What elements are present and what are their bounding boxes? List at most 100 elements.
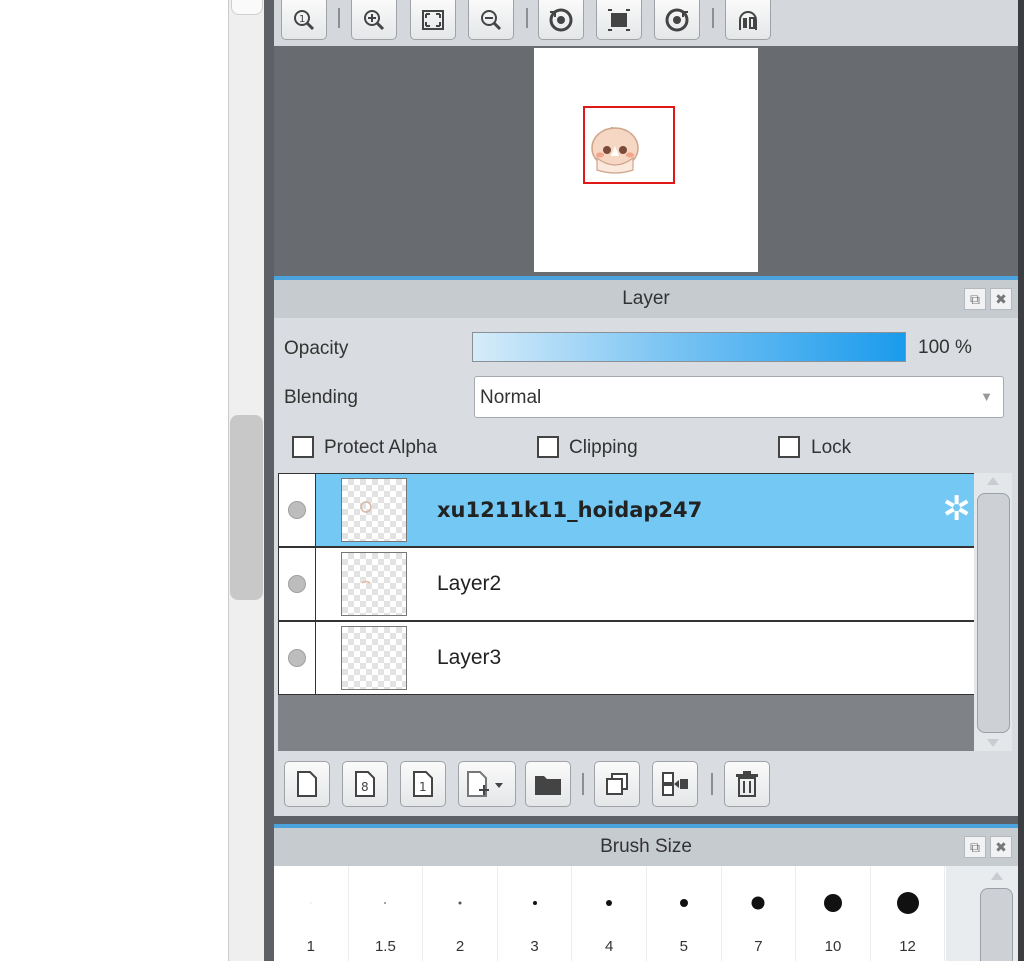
brush-dot	[896, 892, 919, 914]
protect-alpha-label: Protect Alpha	[324, 437, 438, 458]
brush-size-scroll-thumb[interactable]	[980, 888, 1013, 961]
brush-size-option[interactable]: 1	[274, 866, 349, 961]
reset-rotation-button[interactable]	[596, 0, 642, 40]
brush-size-label: 4	[605, 938, 614, 955]
brush-size-label: 2	[455, 938, 465, 955]
svg-text:8: 8	[361, 780, 369, 794]
brush-size-option[interactable]: 5	[647, 866, 722, 961]
fit-screen-icon	[422, 9, 444, 30]
zoom-actual-button[interactable]: 1	[281, 0, 327, 40]
blending-mode-select[interactable]: Normal ▼	[474, 376, 1004, 418]
rotate-right-button[interactable]	[654, 0, 700, 40]
layer-panel: Layer ⧉ ✖ Opacity 100 % Blending Normal …	[274, 276, 1018, 820]
layer-name: Layer2	[437, 572, 502, 595]
layer-stroke-thumbnail-icon	[361, 580, 371, 584]
brush-dot	[823, 894, 842, 912]
undock-panel-icon[interactable]: ⧉	[964, 288, 986, 310]
close-panel-icon[interactable]: ✖	[990, 836, 1012, 858]
brush-size-label: 3	[530, 938, 539, 955]
layer-panel-title-bar[interactable]: Layer ⧉ ✖	[274, 280, 1018, 318]
layer-thumbnail	[341, 552, 407, 616]
brush-size-option[interactable]: 1.5	[349, 866, 424, 961]
close-panel-icon[interactable]: ✖	[990, 288, 1012, 310]
brush-size-scrollbar[interactable]	[946, 866, 1018, 961]
layer-list-scrollbar[interactable]	[974, 473, 1012, 751]
new-layer-icon	[297, 771, 317, 797]
panel-separator	[274, 816, 1018, 824]
brush-size-label: 12	[899, 938, 916, 955]
layer-list: xu1211k11_hoidap247 ✲ Layer2 Layer3	[278, 473, 976, 751]
gear-icon[interactable]: ✲	[943, 492, 972, 526]
visibility-toggle[interactable]	[279, 548, 316, 620]
duplicate-layer-icon	[606, 773, 628, 795]
toolbar-separator	[712, 8, 714, 28]
layer-thumbnail	[341, 478, 407, 542]
zoom-in-icon	[364, 9, 385, 30]
new-8bit-layer-button[interactable]: 8	[342, 761, 388, 807]
undock-panel-icon[interactable]: ⧉	[964, 836, 986, 858]
flip-horizontal-button[interactable]	[725, 0, 771, 40]
brush-dot	[679, 899, 688, 907]
protect-alpha-checkbox[interactable]	[292, 436, 314, 458]
blending-label: Blending	[284, 387, 358, 408]
clipping-label: Clipping	[569, 437, 638, 458]
blending-mode-value: Normal	[480, 387, 542, 408]
rotate-left-button[interactable]	[538, 0, 584, 40]
visibility-toggle[interactable]	[279, 622, 316, 694]
delete-layer-button[interactable]	[724, 761, 770, 807]
brush-dot	[751, 896, 765, 910]
brush-size-option[interactable]: 10	[796, 866, 871, 961]
new-1bit-layer-button[interactable]: 1	[400, 761, 446, 807]
brush-dot	[458, 901, 462, 905]
brush-size-option[interactable]: 12	[871, 866, 946, 961]
reset-rotation-icon	[608, 8, 630, 31]
layer-row[interactable]: Layer3	[278, 621, 976, 695]
lock-checkbox[interactable]	[778, 436, 800, 458]
brush-size-label: 7	[754, 938, 763, 955]
brush-size-option[interactable]: 4	[572, 866, 647, 961]
brush-size-title: Brush Size	[600, 836, 692, 857]
scroll-up-icon[interactable]	[991, 872, 1003, 880]
layer-panel-title: Layer	[622, 288, 670, 309]
layer-name: xu1211k11_hoidap247	[437, 498, 703, 522]
left-scrollbar-thumb[interactable]	[230, 415, 263, 600]
brush-size-option[interactable]: 3	[498, 866, 573, 961]
layer-row[interactable]: xu1211k11_hoidap247 ✲	[278, 473, 976, 547]
brush-size-option[interactable]: 2	[423, 866, 498, 961]
scroll-down-icon[interactable]	[987, 739, 999, 747]
chevron-down-icon: ▼	[980, 389, 993, 404]
mascot-thumbnail-icon	[360, 501, 372, 513]
panel-divider	[264, 0, 274, 961]
layer-list-scroll-thumb[interactable]	[977, 493, 1010, 733]
clipping-checkbox[interactable]	[537, 436, 559, 458]
new-layer-button[interactable]	[284, 761, 330, 807]
fit-screen-button[interactable]	[410, 0, 456, 40]
zoom-out-button[interactable]	[468, 0, 514, 40]
scroll-up-icon[interactable]	[987, 477, 999, 485]
visibility-toggle[interactable]	[279, 474, 316, 546]
layer-toolbar: 8 1	[274, 757, 1018, 817]
zoom-in-button[interactable]	[351, 0, 397, 40]
window-edge	[1018, 0, 1024, 961]
eye-icon	[288, 649, 306, 667]
layer-row[interactable]: Layer2	[278, 547, 976, 621]
brush-dot	[310, 902, 312, 904]
toolbar-separator	[338, 8, 340, 28]
zoom-actual-icon: 1	[294, 9, 315, 30]
brush-size-panel: Brush Size ⧉ ✖ 1 1.5 2 3 4 5 7 10 12	[274, 824, 1018, 961]
trash-icon	[736, 771, 758, 797]
duplicate-layer-button[interactable]	[594, 761, 640, 807]
brush-size-label: 1	[306, 938, 315, 955]
navigator-preview[interactable]	[274, 46, 1018, 276]
opacity-slider[interactable]	[472, 332, 906, 362]
brush-size-grid: 1 1.5 2 3 4 5 7 10 12	[274, 866, 946, 961]
brush-size-option[interactable]: 7	[722, 866, 797, 961]
new-folder-button[interactable]	[525, 761, 571, 807]
rotate-left-icon	[549, 8, 573, 31]
brush-size-label: 5	[679, 938, 688, 955]
add-layer-menu-button[interactable]	[458, 761, 516, 807]
toolbar-separator	[711, 773, 713, 795]
lock-label: Lock	[811, 437, 852, 458]
merge-down-button[interactable]	[652, 761, 698, 807]
brush-size-title-bar[interactable]: Brush Size ⧉ ✖	[274, 828, 1018, 866]
